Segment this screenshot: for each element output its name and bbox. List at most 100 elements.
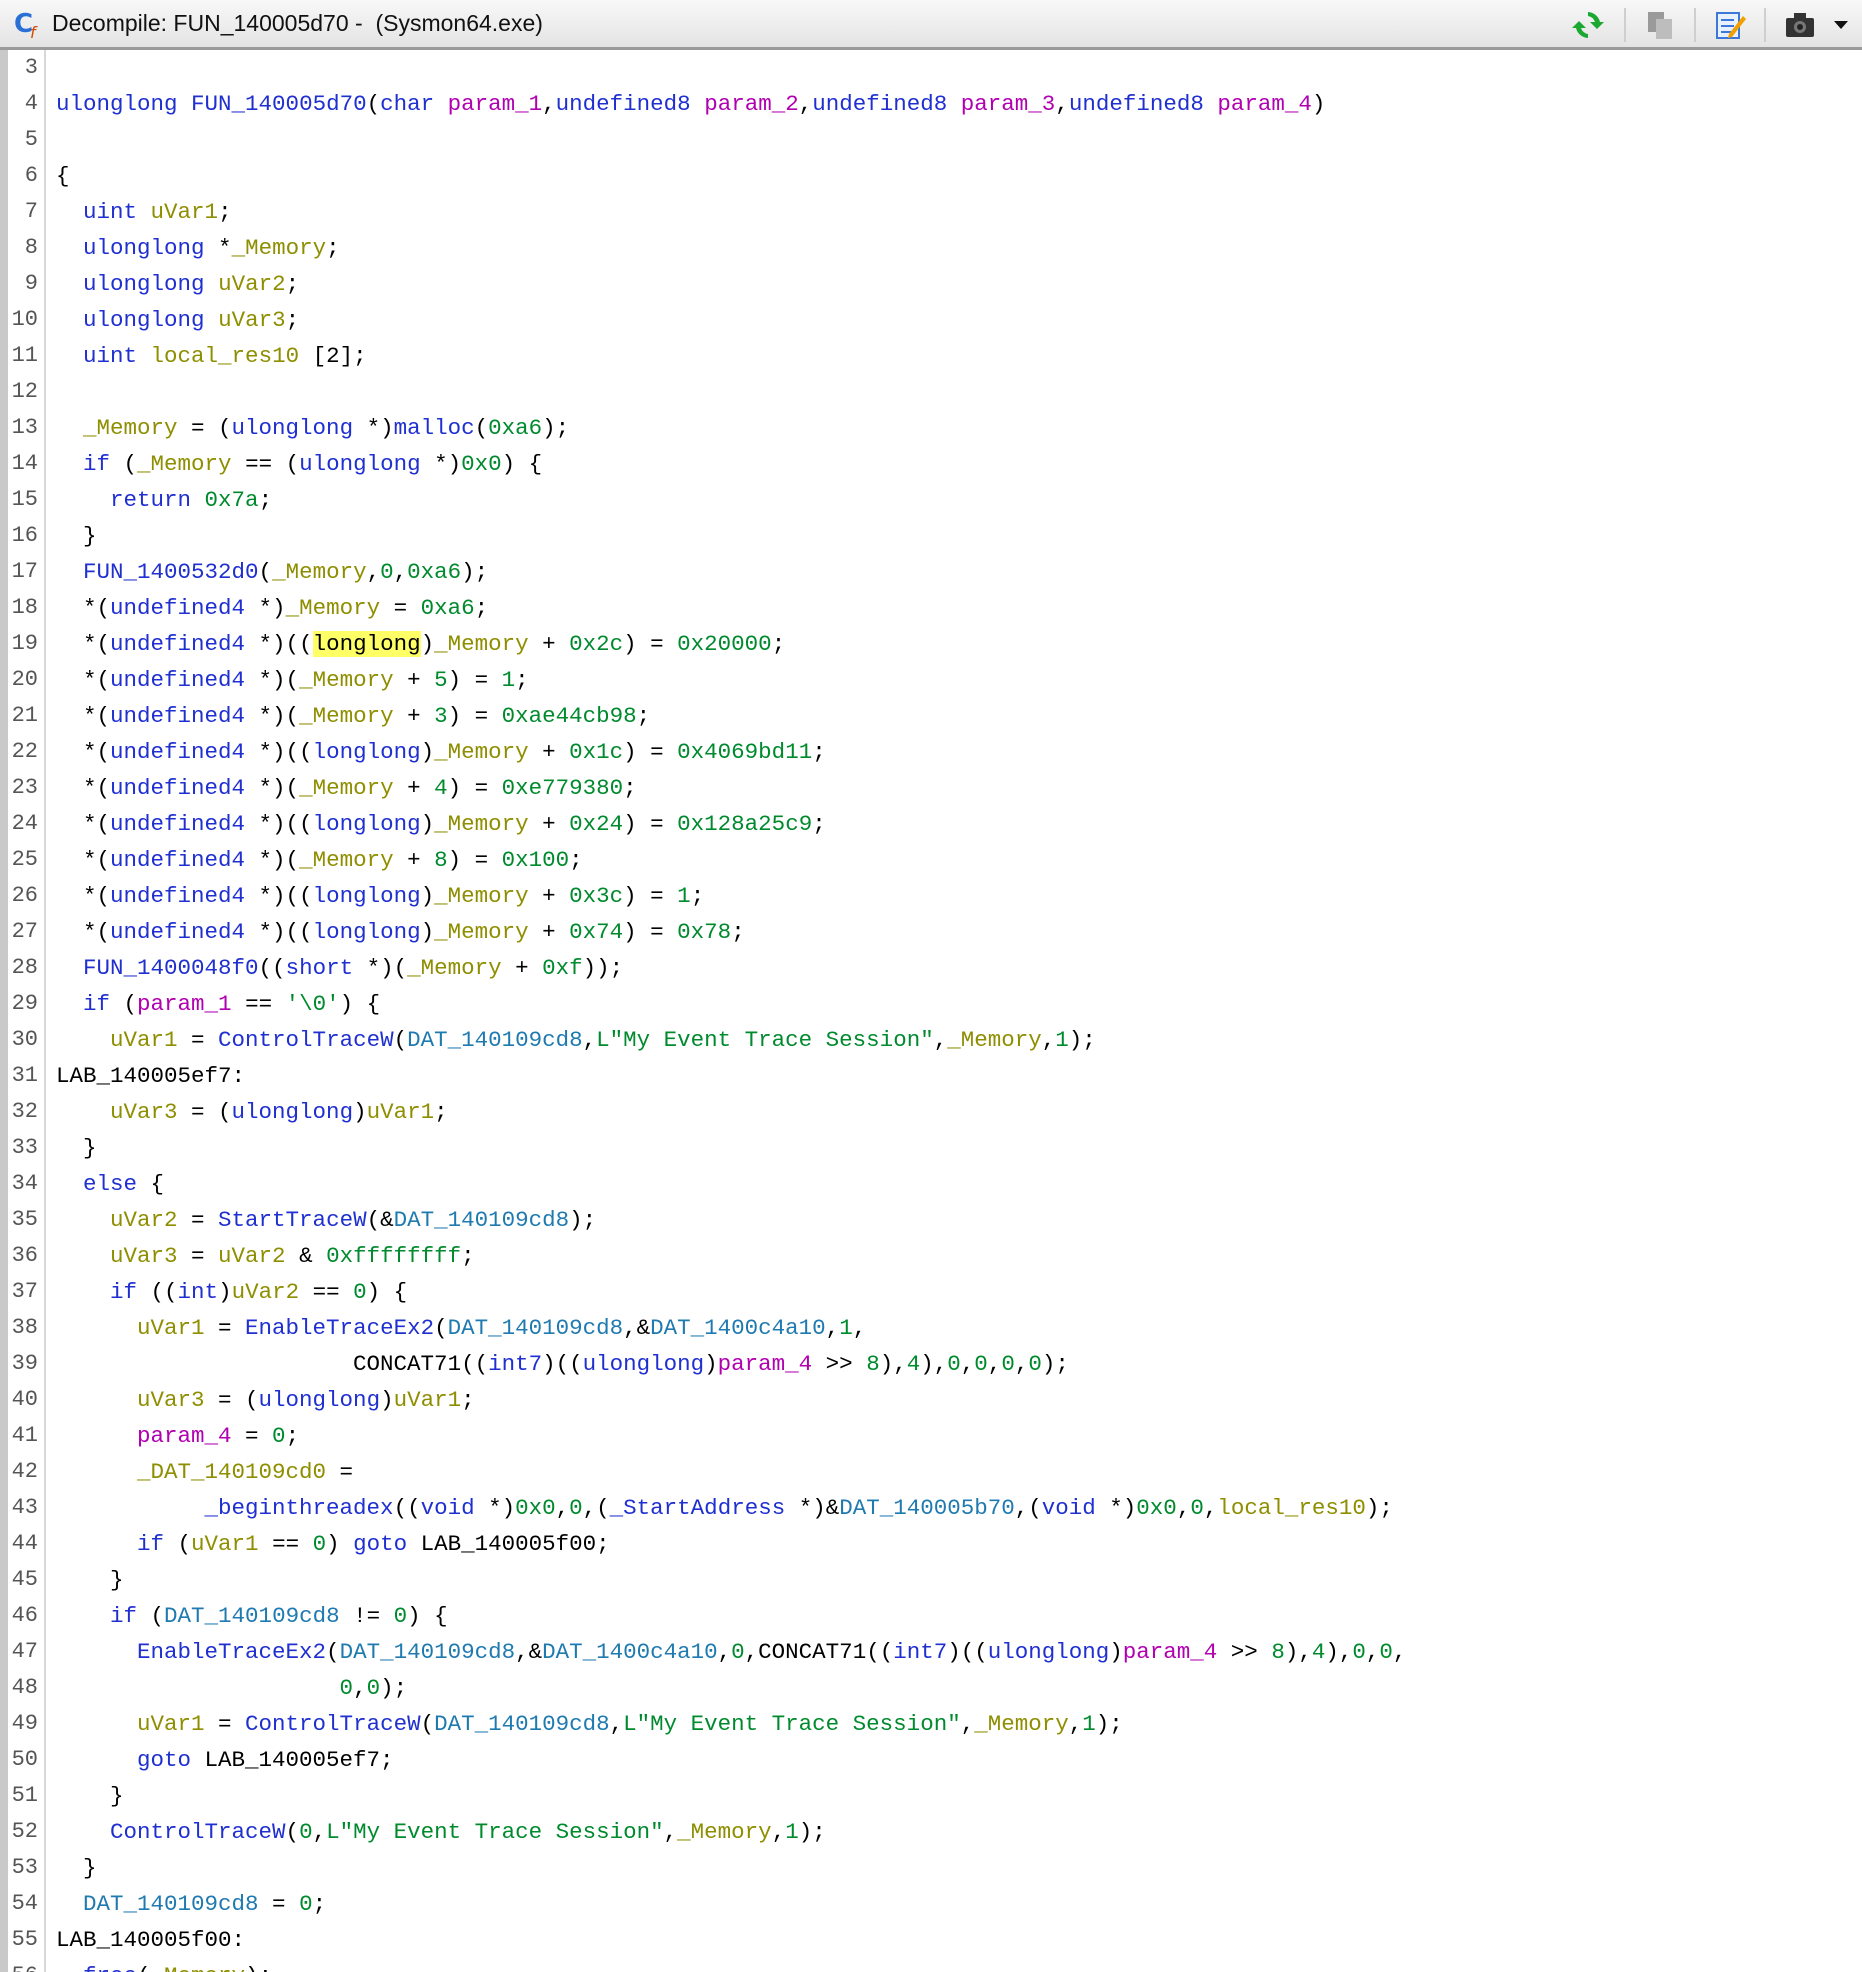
code-token[interactable]: ) (421, 919, 435, 945)
code-token[interactable]: (( (259, 955, 286, 981)
code-token[interactable]: DAT_140109cd8 (164, 1603, 340, 1629)
code-line[interactable]: 15 return 0x7a; (0, 482, 1862, 518)
code-token[interactable]: ( (475, 415, 489, 441)
code-token[interactable]: ); (380, 1675, 407, 1701)
code-token[interactable]: param_4 (1217, 91, 1312, 117)
code-token[interactable]: undefined8 (556, 91, 691, 117)
code-token[interactable]: } (56, 1783, 124, 1809)
code-token[interactable]: ( (434, 1315, 448, 1341)
code-token[interactable]: 0x1c (569, 739, 623, 765)
code-token[interactable]: _Memory (677, 1819, 772, 1845)
code-token[interactable]: ); (245, 1963, 272, 1972)
code-token[interactable]: >> (1217, 1639, 1271, 1665)
code-token[interactable]: ,& (623, 1315, 650, 1341)
code-token[interactable] (137, 199, 151, 225)
code-token[interactable]: } (56, 1855, 97, 1881)
code-text[interactable]: *(undefined4 *)((longlong)_Memory + 0x2c… (56, 626, 785, 662)
code-token[interactable]: , (853, 1315, 867, 1341)
code-token[interactable]: 4 (1312, 1639, 1326, 1665)
code-token[interactable]: 0x78 (677, 919, 731, 945)
code-token[interactable]: , (583, 1027, 597, 1053)
code-token[interactable]: 0xa6 (421, 595, 475, 621)
code-token[interactable]: 0 (299, 1819, 313, 1845)
code-token[interactable]: ControlTraceW (218, 1027, 394, 1053)
code-text[interactable]: *(undefined4 *)((longlong)_Memory + 0x1c… (56, 734, 826, 770)
code-token[interactable]: + (394, 703, 435, 729)
code-line[interactable]: 9 ulonglong uVar2; (0, 266, 1862, 302)
code-token[interactable]: *( (56, 631, 110, 657)
code-token[interactable]: ) = (448, 703, 502, 729)
code-text[interactable]: FUN_1400048f0((short *)(_Memory + 0xf)); (56, 950, 623, 986)
code-line[interactable]: 51 } (0, 1778, 1862, 1814)
code-text[interactable]: } (56, 1778, 124, 1814)
code-token[interactable]: _Memory (151, 1963, 246, 1972)
code-token[interactable]: 0 (313, 1531, 327, 1557)
code-line[interactable]: 30 uVar1 = ControlTraceW(DAT_140109cd8,L… (0, 1022, 1862, 1058)
code-token[interactable]: = (259, 1891, 300, 1917)
code-token[interactable]: uVar3 (110, 1099, 178, 1125)
code-token[interactable]: longlong (313, 883, 421, 909)
code-token[interactable] (56, 1423, 137, 1449)
code-token[interactable]: *)(( (245, 739, 313, 765)
code-token[interactable]: ( (286, 1819, 300, 1845)
code-token[interactable]: undefined4 (110, 811, 245, 837)
code-token[interactable]: , (1055, 91, 1069, 117)
edit-button[interactable] (1710, 6, 1750, 44)
code-token[interactable]: + (394, 847, 435, 873)
code-token[interactable]: _Memory (232, 235, 327, 261)
code-token[interactable]: int7 (488, 1351, 542, 1377)
code-token[interactable]: if (137, 1531, 164, 1557)
code-token[interactable]: (( (137, 1279, 178, 1305)
code-token[interactable]: ( (259, 559, 273, 585)
code-token[interactable]: _Memory (407, 955, 502, 981)
code-token[interactable]: ,( (583, 1495, 610, 1521)
code-text[interactable]: _DAT_140109cd0 = (56, 1454, 353, 1490)
code-token[interactable]: undefined4 (110, 847, 245, 873)
code-text[interactable]: EnableTraceEx2(DAT_140109cd8,&DAT_1400c4… (56, 1634, 1406, 1670)
code-token[interactable]: *( (56, 667, 110, 693)
code-token[interactable]: 3 (434, 703, 448, 729)
code-token[interactable]: == (232, 991, 286, 1017)
code-token[interactable]: _Memory (974, 1711, 1069, 1737)
code-token[interactable]: ) { (340, 991, 381, 1017)
code-token[interactable]: 0 (947, 1351, 961, 1377)
code-token[interactable]: longlong (313, 919, 421, 945)
code-token[interactable]: ), (1325, 1639, 1352, 1665)
code-text[interactable]: uVar3 = (ulonglong)uVar1; (56, 1382, 475, 1418)
code-token[interactable]: 0x0 (515, 1495, 556, 1521)
code-token[interactable] (56, 1963, 83, 1972)
code-token[interactable]: ) (421, 811, 435, 837)
copy-button[interactable] (1640, 6, 1680, 44)
code-token[interactable]: ) (421, 631, 435, 657)
code-token[interactable] (56, 1495, 205, 1521)
code-line[interactable]: 20 *(undefined4 *)(_Memory + 5) = 1; (0, 662, 1862, 698)
code-text[interactable]: _beginthreadex((void *)0x0,0,(_StartAddr… (56, 1490, 1393, 1526)
code-token[interactable]: *( (56, 703, 110, 729)
code-token[interactable]: _Memory (434, 811, 529, 837)
code-line[interactable]: 3 (0, 50, 1862, 86)
code-token[interactable]: , (556, 1495, 570, 1521)
code-token[interactable]: undefined4 (110, 883, 245, 909)
code-token[interactable]: [2]; (299, 343, 367, 369)
code-token[interactable]: uVar2 (232, 1279, 300, 1305)
code-token[interactable]: undefined8 (812, 91, 947, 117)
code-token[interactable]: 1 (839, 1315, 853, 1341)
code-text[interactable]: ulonglong FUN_140005d70(char param_1,und… (56, 86, 1325, 122)
code-text[interactable]: free(_Memory); (56, 1958, 272, 1972)
code-line[interactable]: 12 (0, 374, 1862, 410)
code-token[interactable]: 0x4069bd11 (677, 739, 812, 765)
code-token[interactable]: CONCAT71(( (56, 1351, 488, 1377)
code-token[interactable] (56, 991, 83, 1017)
code-token[interactable]: longlong (313, 739, 421, 765)
code-token[interactable]: goto (353, 1531, 407, 1557)
code-token[interactable]: 0 (394, 1603, 408, 1629)
code-token[interactable]: int7 (893, 1639, 947, 1665)
code-token[interactable] (56, 415, 83, 441)
code-token[interactable]: + (529, 631, 570, 657)
code-token[interactable]: , (961, 1711, 975, 1737)
code-token[interactable]: uVar1 (394, 1387, 462, 1413)
code-token[interactable] (56, 487, 110, 513)
code-token[interactable]: *( (56, 739, 110, 765)
code-token[interactable]: 1 (1082, 1711, 1096, 1737)
code-token[interactable]: , (664, 1819, 678, 1845)
